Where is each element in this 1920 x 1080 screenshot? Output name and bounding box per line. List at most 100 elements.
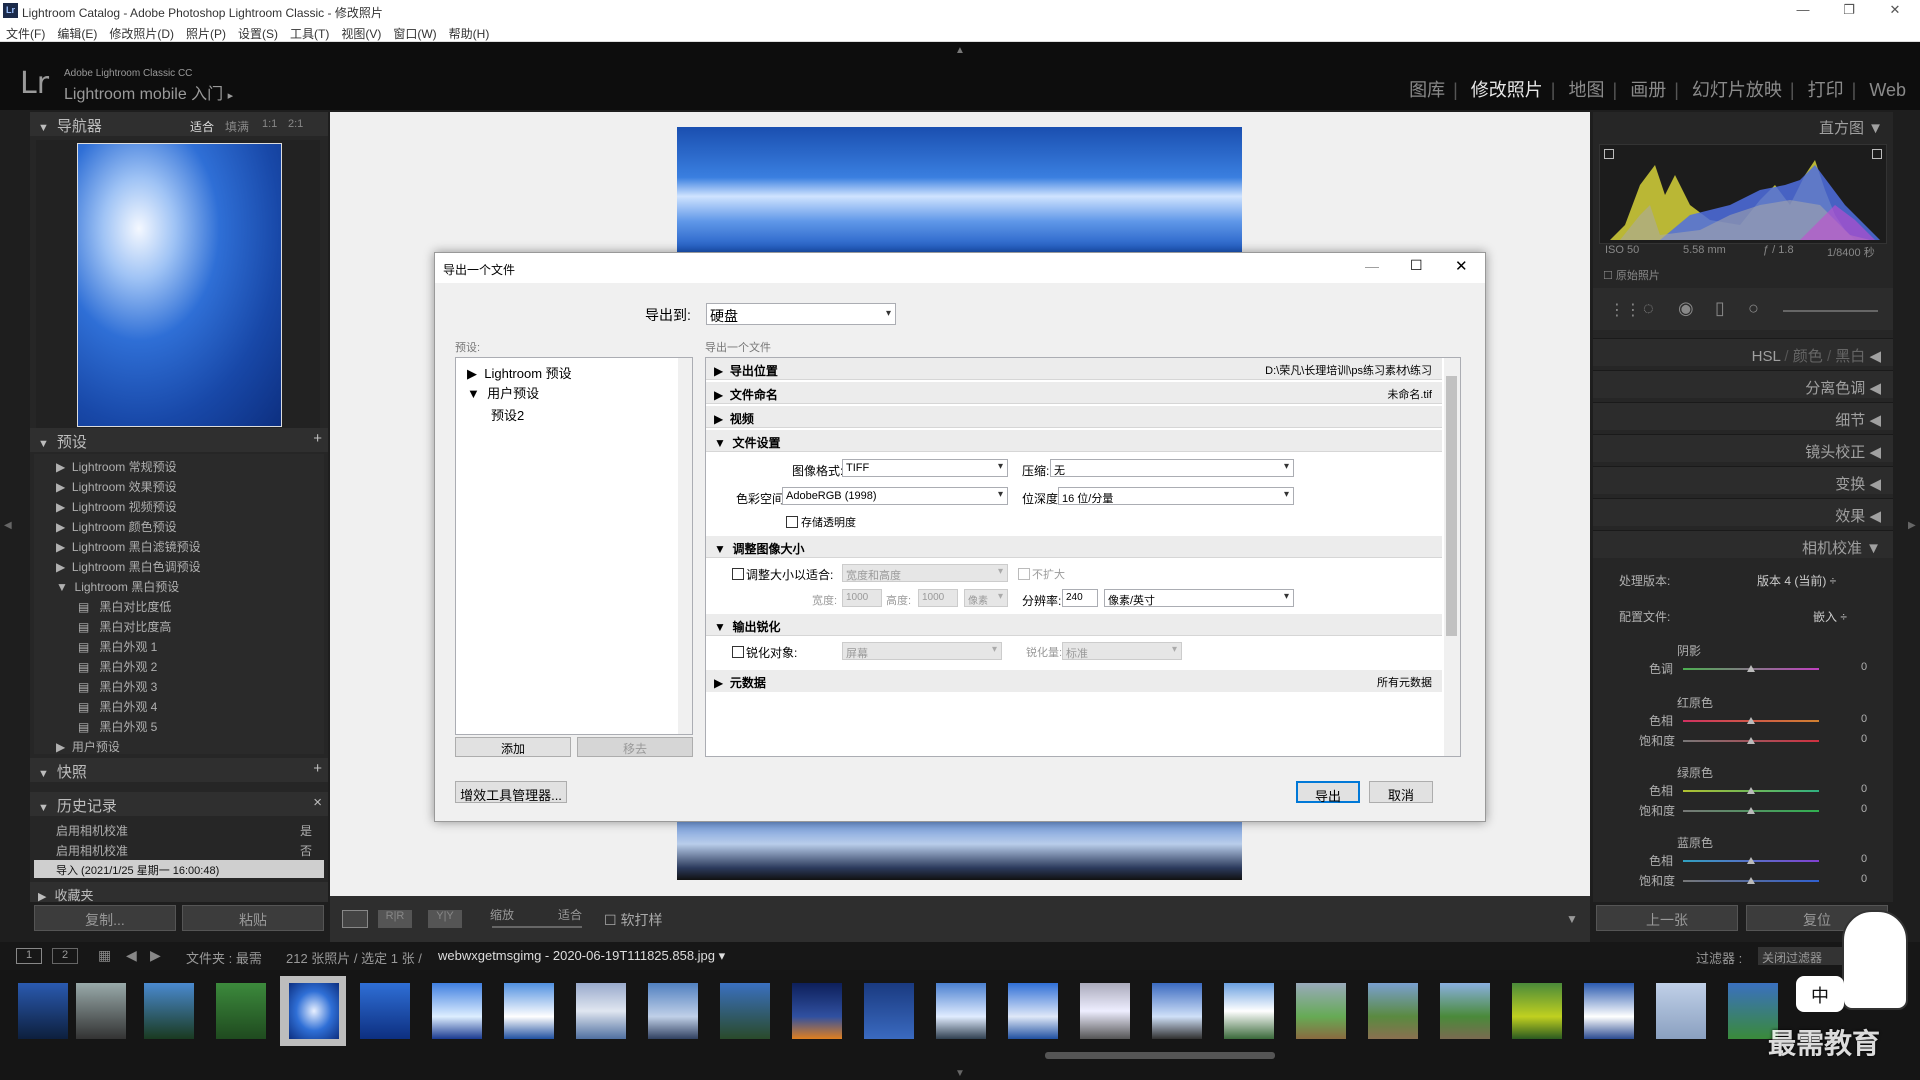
filmstrip-thumbnail[interactable] bbox=[1368, 983, 1418, 1039]
brush-slider[interactable] bbox=[1783, 310, 1878, 312]
graduated-filter-icon[interactable]: ▯ bbox=[1715, 298, 1725, 319]
preset-folder-user[interactable]: ▼ 用户预设 bbox=[467, 383, 539, 402]
crop-tool-icon[interactable]: ⋮⋮ bbox=[1609, 300, 1641, 320]
hsl-header[interactable]: HSL / 颜色 / 黑白 ◀ bbox=[1593, 338, 1893, 366]
filmstrip-thumbnail[interactable] bbox=[792, 983, 842, 1039]
export-to-select[interactable]: 硬盘 ▾ bbox=[706, 303, 896, 325]
module-book[interactable]: 画册 bbox=[1630, 80, 1666, 100]
menu-window[interactable]: 窗口(W) bbox=[387, 22, 442, 42]
filmstrip-thumbnail[interactable] bbox=[720, 983, 770, 1039]
filmstrip-thumbnail[interactable] bbox=[1584, 983, 1634, 1039]
menu-photo[interactable]: 照片(P) bbox=[180, 22, 232, 42]
preset-folder[interactable]: ▶ Lightroom 常规预设 bbox=[56, 458, 177, 475]
settings-scrollbar[interactable] bbox=[1444, 358, 1460, 756]
slider-knob[interactable] bbox=[1747, 857, 1755, 864]
radial-filter-icon[interactable]: ○ bbox=[1748, 298, 1759, 319]
preset-folder-user[interactable]: ▶ 用户预设 bbox=[56, 738, 120, 755]
filmstrip-thumbnail[interactable] bbox=[864, 983, 914, 1039]
preset-item[interactable]: 预设2 bbox=[491, 405, 524, 424]
filmstrip-thumbnail[interactable] bbox=[1512, 983, 1562, 1039]
module-print[interactable]: 打印 bbox=[1808, 80, 1844, 100]
preset-folder[interactable]: ▶ Lightroom 视频预设 bbox=[56, 498, 177, 515]
collections-header[interactable]: ▶ 收藏夹 bbox=[30, 882, 328, 903]
right-panel-toggle-icon[interactable]: ▶ bbox=[1908, 520, 1916, 531]
back-icon[interactable]: ◀ bbox=[126, 947, 137, 964]
preset-item[interactable]: ▤ 黑白对比度高 bbox=[78, 618, 171, 635]
preset-item[interactable]: ▤ 黑白外观 5 bbox=[78, 718, 157, 735]
transform-header[interactable]: 变换 ◀ bbox=[1593, 466, 1893, 494]
no-enlarge-checkbox[interactable] bbox=[1018, 568, 1030, 580]
minimize-icon[interactable]: — bbox=[1780, 0, 1826, 22]
split-toning-header[interactable]: 分离色调 ◀ bbox=[1593, 370, 1893, 398]
zoom-slider[interactable] bbox=[492, 926, 582, 928]
filmstrip-thumbnail[interactable] bbox=[1296, 983, 1346, 1039]
menu-view[interactable]: 视图(V) bbox=[335, 22, 387, 42]
profile-select[interactable]: 嵌入 ÷ bbox=[1813, 608, 1847, 625]
soft-proof-checkbox[interactable]: ☐ 软打样 bbox=[604, 910, 662, 930]
remove-preset-button[interactable]: 移去 bbox=[577, 737, 693, 757]
dialog-maximize-icon[interactable]: ☐ bbox=[1410, 257, 1423, 274]
module-web[interactable]: Web bbox=[1869, 80, 1906, 100]
bitdepth-select[interactable]: 16 位/分量 ▾ bbox=[1058, 487, 1294, 505]
navigator-header[interactable]: ▼ 导航器 适合 填满 1:1 2:1 bbox=[30, 112, 328, 136]
top-panel-toggle-icon[interactable]: ▲ bbox=[955, 45, 965, 56]
mobile-link[interactable]: Lightroom mobile 入门 ▸ bbox=[64, 80, 233, 104]
preset-folder[interactable]: ▶ Lightroom 黑白滤镜预设 bbox=[56, 538, 201, 555]
width-input[interactable]: 1000 bbox=[842, 589, 882, 607]
slider-knob[interactable] bbox=[1747, 665, 1755, 672]
snapshots-header[interactable]: ▼ 快照 + bbox=[30, 758, 328, 782]
module-develop[interactable]: 修改照片 bbox=[1471, 80, 1543, 100]
process-select[interactable]: 版本 4 (当前) ÷ bbox=[1757, 572, 1836, 589]
history-row[interactable]: 启用相机校准 bbox=[56, 822, 128, 839]
filmstrip-thumbnail[interactable] bbox=[1152, 983, 1202, 1039]
redeye-icon[interactable]: ◉ bbox=[1678, 298, 1694, 319]
left-panel-toggle-icon[interactable]: ◀ bbox=[4, 520, 12, 531]
preset-folder[interactable]: ▶ Lightroom 效果预设 bbox=[56, 478, 177, 495]
section-metadata[interactable]: ▶ 元数据 所有元数据 bbox=[706, 670, 1442, 692]
before-after-icon[interactable]: R|R bbox=[378, 910, 412, 928]
menu-develop[interactable]: 修改照片(D) bbox=[103, 22, 180, 42]
restore-icon[interactable]: ❐ bbox=[1826, 0, 1872, 22]
forward-icon[interactable]: ▶ bbox=[150, 947, 161, 964]
cancel-button[interactable]: 取消 bbox=[1369, 781, 1433, 803]
zoom-fit[interactable]: 适合 bbox=[190, 118, 214, 135]
sharpen-amount-select[interactable]: 标准 ▾ bbox=[1062, 642, 1182, 660]
add-snapshot-icon[interactable]: + bbox=[313, 760, 322, 777]
paste-settings-button[interactable]: 粘贴 bbox=[182, 905, 324, 931]
toolbar-menu-icon[interactable]: ▼ bbox=[1566, 912, 1578, 926]
calibration-header[interactable]: 相机校准 ▼ bbox=[1593, 530, 1893, 558]
section-file-naming[interactable]: ▶ 文件命名 未命名.tif bbox=[706, 382, 1442, 404]
filmstrip-thumbnail[interactable] bbox=[1224, 983, 1274, 1039]
navigator-thumbnail[interactable] bbox=[77, 143, 282, 427]
preset-item[interactable]: ▤ 黑白外观 3 bbox=[78, 678, 157, 695]
menu-help[interactable]: 帮助(H) bbox=[443, 22, 496, 42]
slider-knob[interactable] bbox=[1747, 737, 1755, 744]
filmstrip-thumbnail[interactable] bbox=[432, 983, 482, 1039]
loupe-view-icon[interactable] bbox=[342, 910, 368, 928]
section-file-settings[interactable]: ▼ 文件设置 bbox=[706, 430, 1442, 452]
sharpen-checkbox[interactable] bbox=[732, 646, 744, 658]
preset-tree-scrollbar[interactable] bbox=[678, 358, 692, 734]
filmstrip-thumbnail[interactable] bbox=[1656, 983, 1706, 1039]
filmstrip-thumbnail[interactable] bbox=[504, 983, 554, 1039]
filmstrip-thumbnail[interactable] bbox=[648, 983, 698, 1039]
photo-preview-bottom[interactable] bbox=[677, 820, 1242, 880]
filmstrip-thumbnail[interactable] bbox=[936, 983, 986, 1039]
history-header[interactable]: ▼ 历史记录 × bbox=[30, 792, 328, 816]
zoom-2-1[interactable]: 2:1 bbox=[288, 118, 303, 130]
transparency-checkbox[interactable] bbox=[786, 516, 798, 528]
filmstrip-thumbnail[interactable] bbox=[360, 983, 410, 1039]
detail-header[interactable]: 细节 ◀ bbox=[1593, 402, 1893, 430]
histogram[interactable] bbox=[1599, 144, 1887, 244]
preset-item[interactable]: ▤ 黑白外观 1 bbox=[78, 638, 157, 655]
preset-item[interactable]: ▤ 黑白外观 2 bbox=[78, 658, 157, 675]
spot-removal-icon[interactable]: ◌ bbox=[1643, 298, 1654, 319]
original-photo-toggle[interactable]: ☐ 原始照片 bbox=[1603, 267, 1660, 283]
resize-mode-select[interactable]: 宽度和高度 ▾ bbox=[842, 564, 1008, 582]
filmstrip-thumbnail[interactable] bbox=[144, 983, 194, 1039]
highlight-clipping-icon[interactable] bbox=[1872, 149, 1882, 159]
filmstrip-thumbnail[interactable] bbox=[18, 983, 68, 1039]
sharpen-target-select[interactable]: 屏幕 ▾ bbox=[842, 642, 1002, 660]
before-after-toggle-icon[interactable]: Y|Y bbox=[428, 910, 462, 928]
compression-select[interactable]: 无 ▾ bbox=[1050, 459, 1294, 477]
